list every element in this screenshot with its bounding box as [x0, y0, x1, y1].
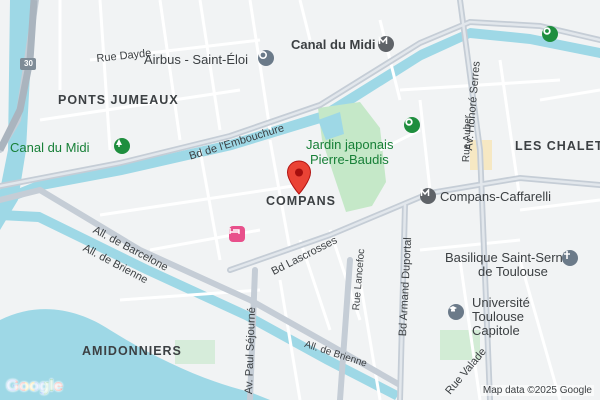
park-icon[interactable]	[114, 138, 130, 154]
poi-jardin-label-line2[interactable]: Pierre-Baudis	[310, 153, 389, 166]
district-compans: COMPANS	[266, 194, 336, 208]
poi-basilique-label-line2[interactable]: de Toulouse	[478, 265, 548, 278]
hotel-icon[interactable]	[229, 226, 245, 242]
google-logo: Google	[6, 376, 63, 396]
route-30-label: 30	[24, 59, 33, 68]
road-rue-auber: Rue Auber	[461, 114, 474, 163]
poi-basilique-label-line1[interactable]: Basilique Saint-Sernin	[445, 251, 573, 264]
district-ponts-jumeaux: PONTS JUMEAUX	[58, 93, 179, 107]
poi-compans-caffarelli-label[interactable]: Compans-Caffarelli	[440, 190, 551, 203]
poi-universite-label-line2[interactable]: Toulouse	[472, 310, 524, 323]
metro-icon[interactable]	[378, 36, 394, 52]
map-canvas[interactable]: 30 PONTS JUMEAUX LES CHALETS COMPANS AMI…	[0, 0, 600, 400]
university-icon[interactable]	[448, 304, 464, 320]
poi-universite-label-line3[interactable]: Capitole	[472, 324, 520, 337]
poi-canal-du-midi-left-label[interactable]: Canal du Midi	[10, 141, 90, 154]
poi-canal-du-midi-top-label[interactable]: Canal du Midi	[291, 38, 376, 51]
poi-universite-label-line1[interactable]: Université	[472, 296, 530, 309]
park-icon[interactable]	[404, 117, 420, 133]
church-icon[interactable]	[562, 250, 578, 266]
district-amidonniers: AMIDONNIERS	[82, 344, 182, 358]
poi-jardin-label-line1[interactable]: Jardin japonais	[306, 138, 393, 151]
location-pin-icon[interactable]	[286, 160, 312, 196]
landmark-icon[interactable]	[258, 50, 274, 66]
district-les-chalets: LES CHALETS	[515, 139, 600, 153]
poi-airbus-label[interactable]: Airbus - Saint-Éloi	[144, 53, 248, 66]
google-logo-text: Google	[6, 376, 63, 395]
metro-icon[interactable]	[420, 188, 436, 204]
park-icon[interactable]	[542, 26, 558, 42]
map-attribution[interactable]: Map data ©2025 Google	[480, 385, 594, 396]
